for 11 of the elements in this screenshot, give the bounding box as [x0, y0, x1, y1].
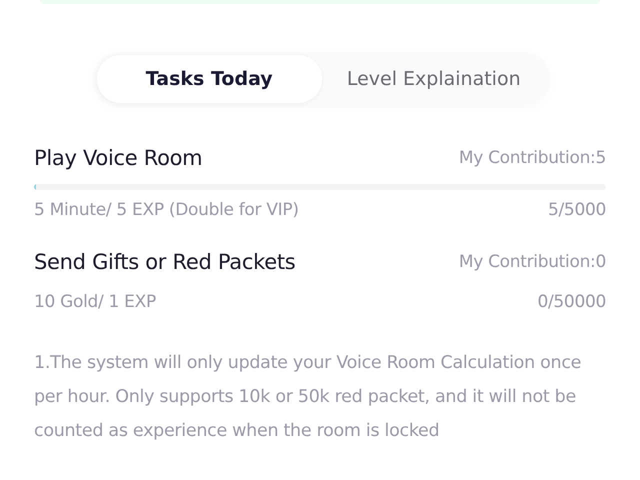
contribution-label: My Contribution:5	[458, 148, 606, 168]
task-rule: 10 Gold/ 1 EXP	[34, 292, 156, 312]
note-text: 1.The system will only update your Voice Room Calculation once per hour. Only supports 10k or 50k red packet, and it will not be counted as experience when the room is locked	[34, 352, 582, 443]
task-rule: 5 Minute/ 5 EXP (Double for VIP)	[34, 200, 299, 220]
task-title: Send Gifts or Red Packets	[34, 250, 296, 274]
tab[interactable]: Level Explaination	[322, 55, 546, 103]
progress-count: 0/50000	[537, 292, 606, 312]
contribution-label: My Contribution:0	[458, 252, 606, 272]
progress-count: 5/5000	[548, 200, 606, 220]
tab[interactable]: Tasks Today	[97, 55, 322, 103]
task-title: Play Voice Room	[34, 146, 202, 170]
